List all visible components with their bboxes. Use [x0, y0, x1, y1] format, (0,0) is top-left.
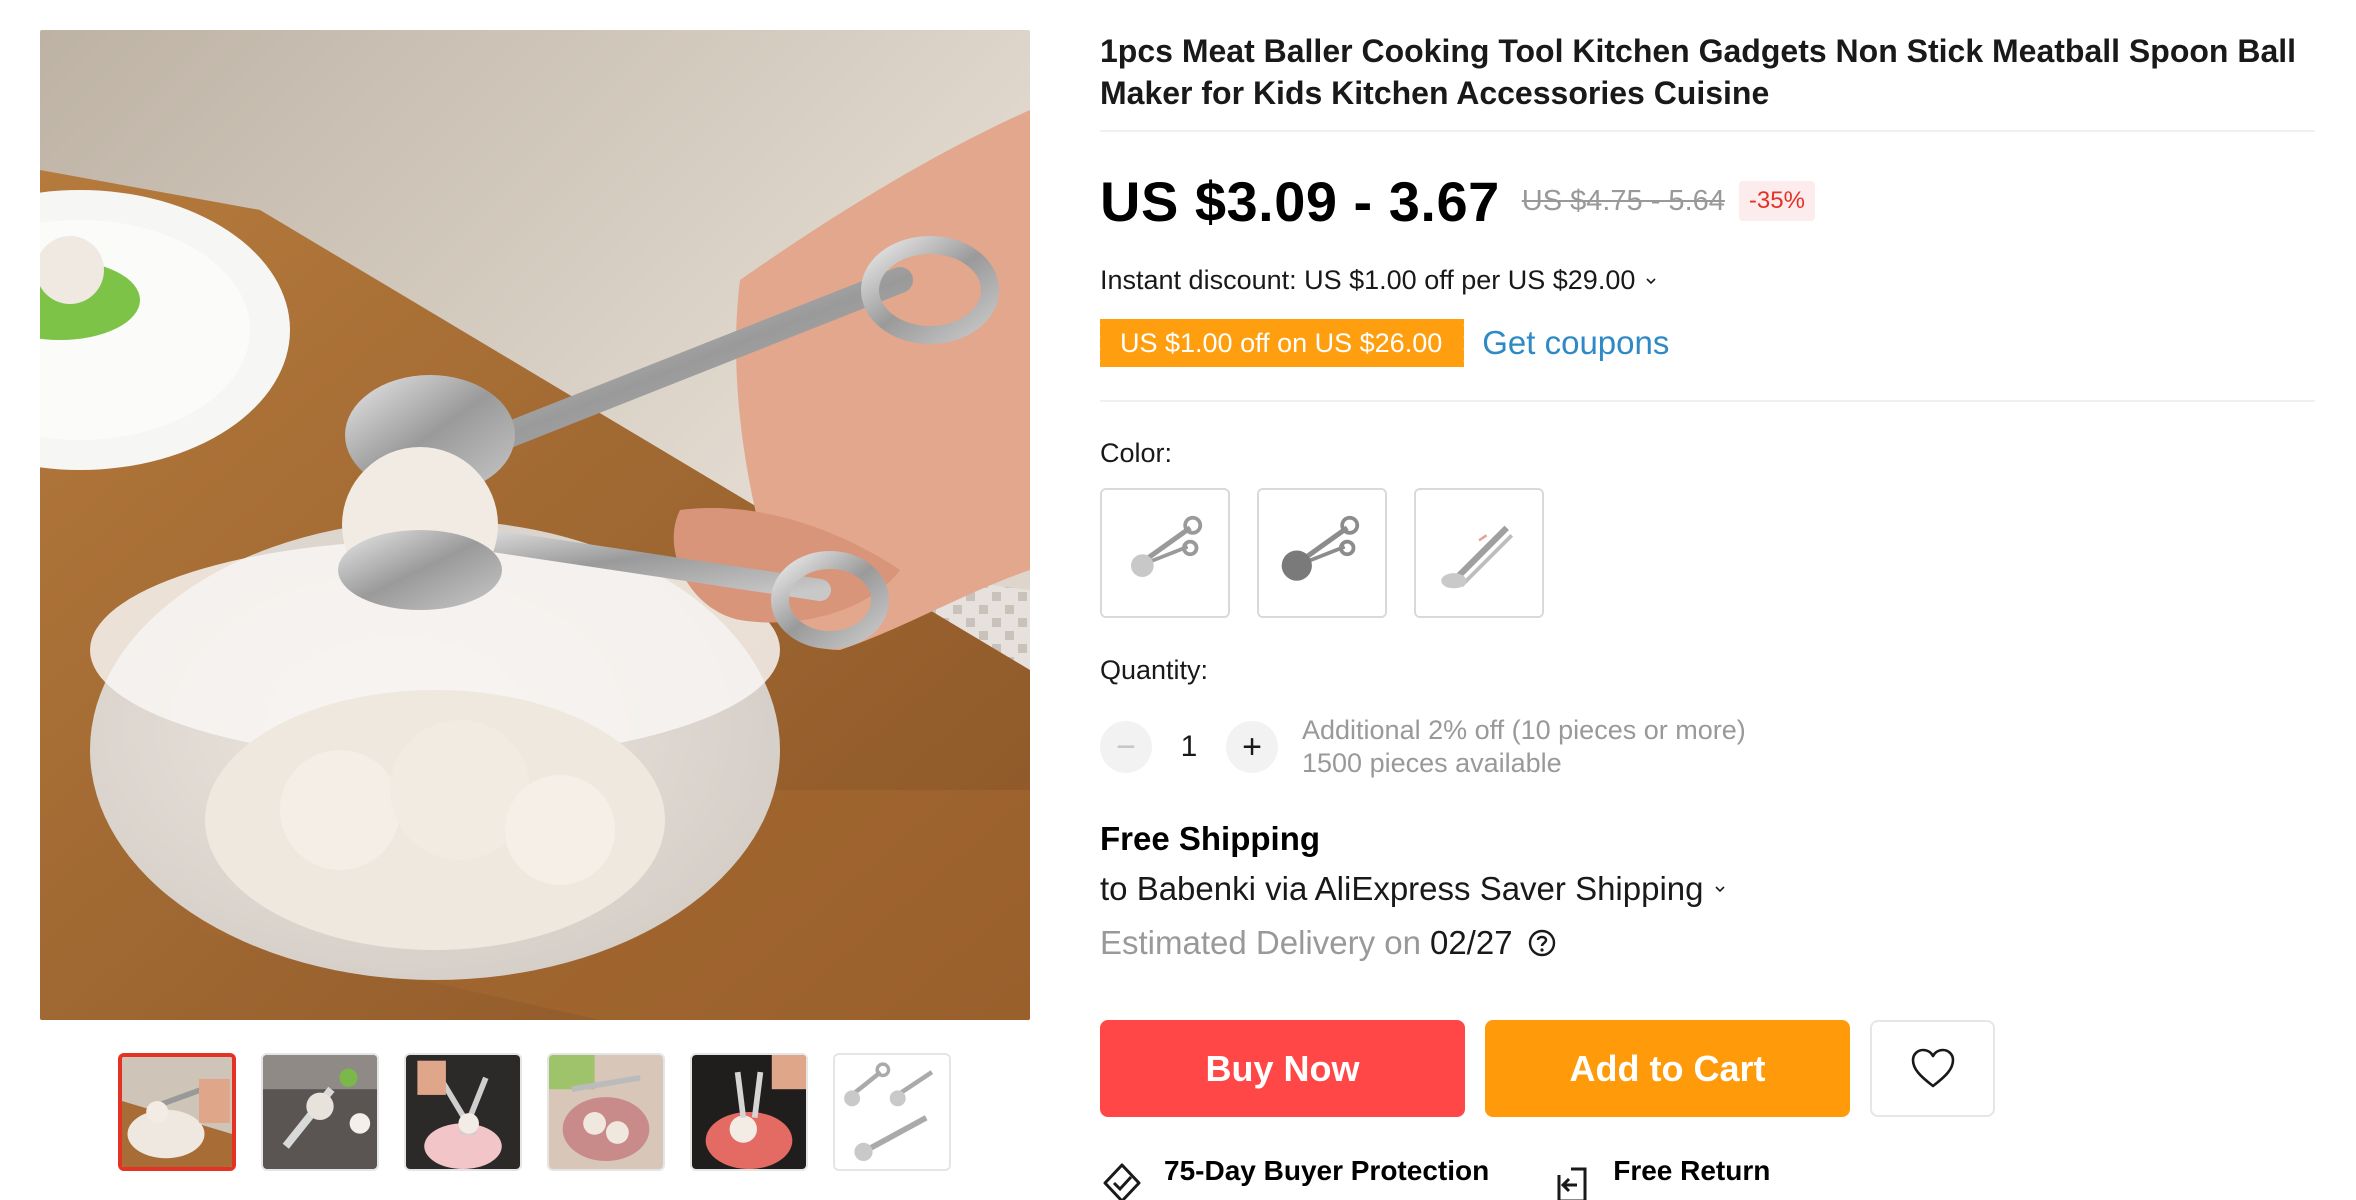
delivery-date: 02/27	[1429, 924, 1513, 961]
quantity-decrease-button[interactable]: −	[1100, 721, 1152, 773]
thumbnail-strip	[118, 1053, 958, 1171]
quantity-note: Additional 2% off (10 pieces or more) 15…	[1302, 714, 1746, 780]
quantity-stepper: − 1 + Additional 2% off (10 pieces or mo…	[1100, 712, 1746, 782]
swatch-image	[1102, 490, 1228, 616]
free-return-label: Free Return	[1613, 1155, 1771, 1186]
color-label: Color:	[1100, 438, 1173, 468]
product-title: 1pcs Meat Baller Cooking Tool Kitchen Ga…	[1100, 33, 2297, 111]
return-icon	[1557, 1167, 1587, 1200]
thumbnail-6[interactable]	[833, 1053, 951, 1171]
discount-badge: -35%	[1738, 181, 1815, 221]
thumbnail-1[interactable]	[118, 1053, 236, 1171]
thumbnail-image	[263, 1055, 377, 1169]
shield-check-icon	[1103, 1163, 1141, 1200]
main-product-image[interactable]	[40, 30, 1030, 1020]
price-row: US $3.09 - 3.67 US $4.75 - 5.64 -35%	[1100, 165, 1815, 237]
thumbnail-image	[122, 1057, 232, 1167]
instant-discount-text: Instant discount: US $1.00 off per US $2…	[1100, 265, 1636, 295]
add-to-cart-button[interactable]: Add to Cart	[1485, 1020, 1850, 1117]
current-price: US $3.09 - 3.67	[1100, 169, 1500, 233]
shipping-title: Free Shipping	[1100, 820, 1321, 857]
thumbnail-4[interactable]	[547, 1053, 665, 1171]
product-info-panel: 1pcs Meat Baller Cooking Tool Kitchen Ga…	[1096, 0, 2315, 1200]
swatch-image	[1259, 490, 1385, 616]
feature-row: 75-Day Buyer Protection Free Return	[1100, 1155, 1770, 1200]
free-return[interactable]: Free Return	[1549, 1155, 1770, 1200]
chevron-down-icon	[1714, 886, 1725, 893]
original-price: US $4.75 - 5.64	[1521, 184, 1725, 217]
coupon-badge[interactable]: US $1.00 off on US $26.00	[1096, 319, 1465, 367]
quantity-label: Quantity:	[1100, 655, 1209, 685]
shipping-method-text: to Babenki via AliExpress Saver Shipping	[1100, 870, 1704, 907]
meatball-scoop-photo	[40, 30, 1030, 1020]
divider	[1100, 400, 2315, 402]
bulk-discount-note: Additional 2% off (10 pieces or more)	[1302, 715, 1746, 745]
buyer-protection[interactable]: 75-Day Buyer Protection	[1100, 1155, 1489, 1200]
thumbnail-image	[406, 1055, 520, 1169]
thumbnail-image	[835, 1055, 949, 1169]
stock-available: 1500 pieces available	[1302, 748, 1562, 778]
shipping-method[interactable]: to Babenki via AliExpress Saver Shipping	[1100, 870, 1726, 908]
heart-icon	[1911, 1048, 1954, 1087]
thumbnail-5[interactable]	[690, 1053, 808, 1171]
coupon-row: US $1.00 off on US $26.00 Get coupons	[1096, 318, 1669, 368]
chevron-down-icon	[1646, 277, 1656, 284]
get-coupons-link[interactable]: Get coupons	[1482, 324, 1669, 362]
thumbnail-image	[549, 1055, 663, 1169]
help-icon[interactable]	[1527, 928, 1557, 958]
estimated-delivery: Estimated Delivery on 02/27	[1100, 924, 1557, 962]
thumbnail-3[interactable]	[404, 1053, 522, 1171]
delivery-label: Estimated Delivery on	[1100, 924, 1421, 961]
swatch-image	[1416, 490, 1542, 616]
color-option-1[interactable]	[1100, 488, 1230, 618]
color-option-2[interactable]	[1257, 488, 1387, 618]
quantity-increase-button[interactable]: +	[1226, 721, 1278, 773]
wishlist-button[interactable]	[1870, 1020, 1995, 1117]
thumbnail-image	[692, 1055, 806, 1169]
instant-discount[interactable]: Instant discount: US $1.00 off per US $2…	[1100, 265, 1657, 296]
buy-now-button[interactable]: Buy Now	[1100, 1020, 1465, 1117]
divider	[1100, 130, 2315, 132]
quantity-value[interactable]: 1	[1152, 730, 1226, 764]
color-option-3[interactable]	[1414, 488, 1544, 618]
buyer-protection-label: 75-Day Buyer Protection	[1164, 1155, 1490, 1186]
thumbnail-2[interactable]	[261, 1053, 379, 1171]
